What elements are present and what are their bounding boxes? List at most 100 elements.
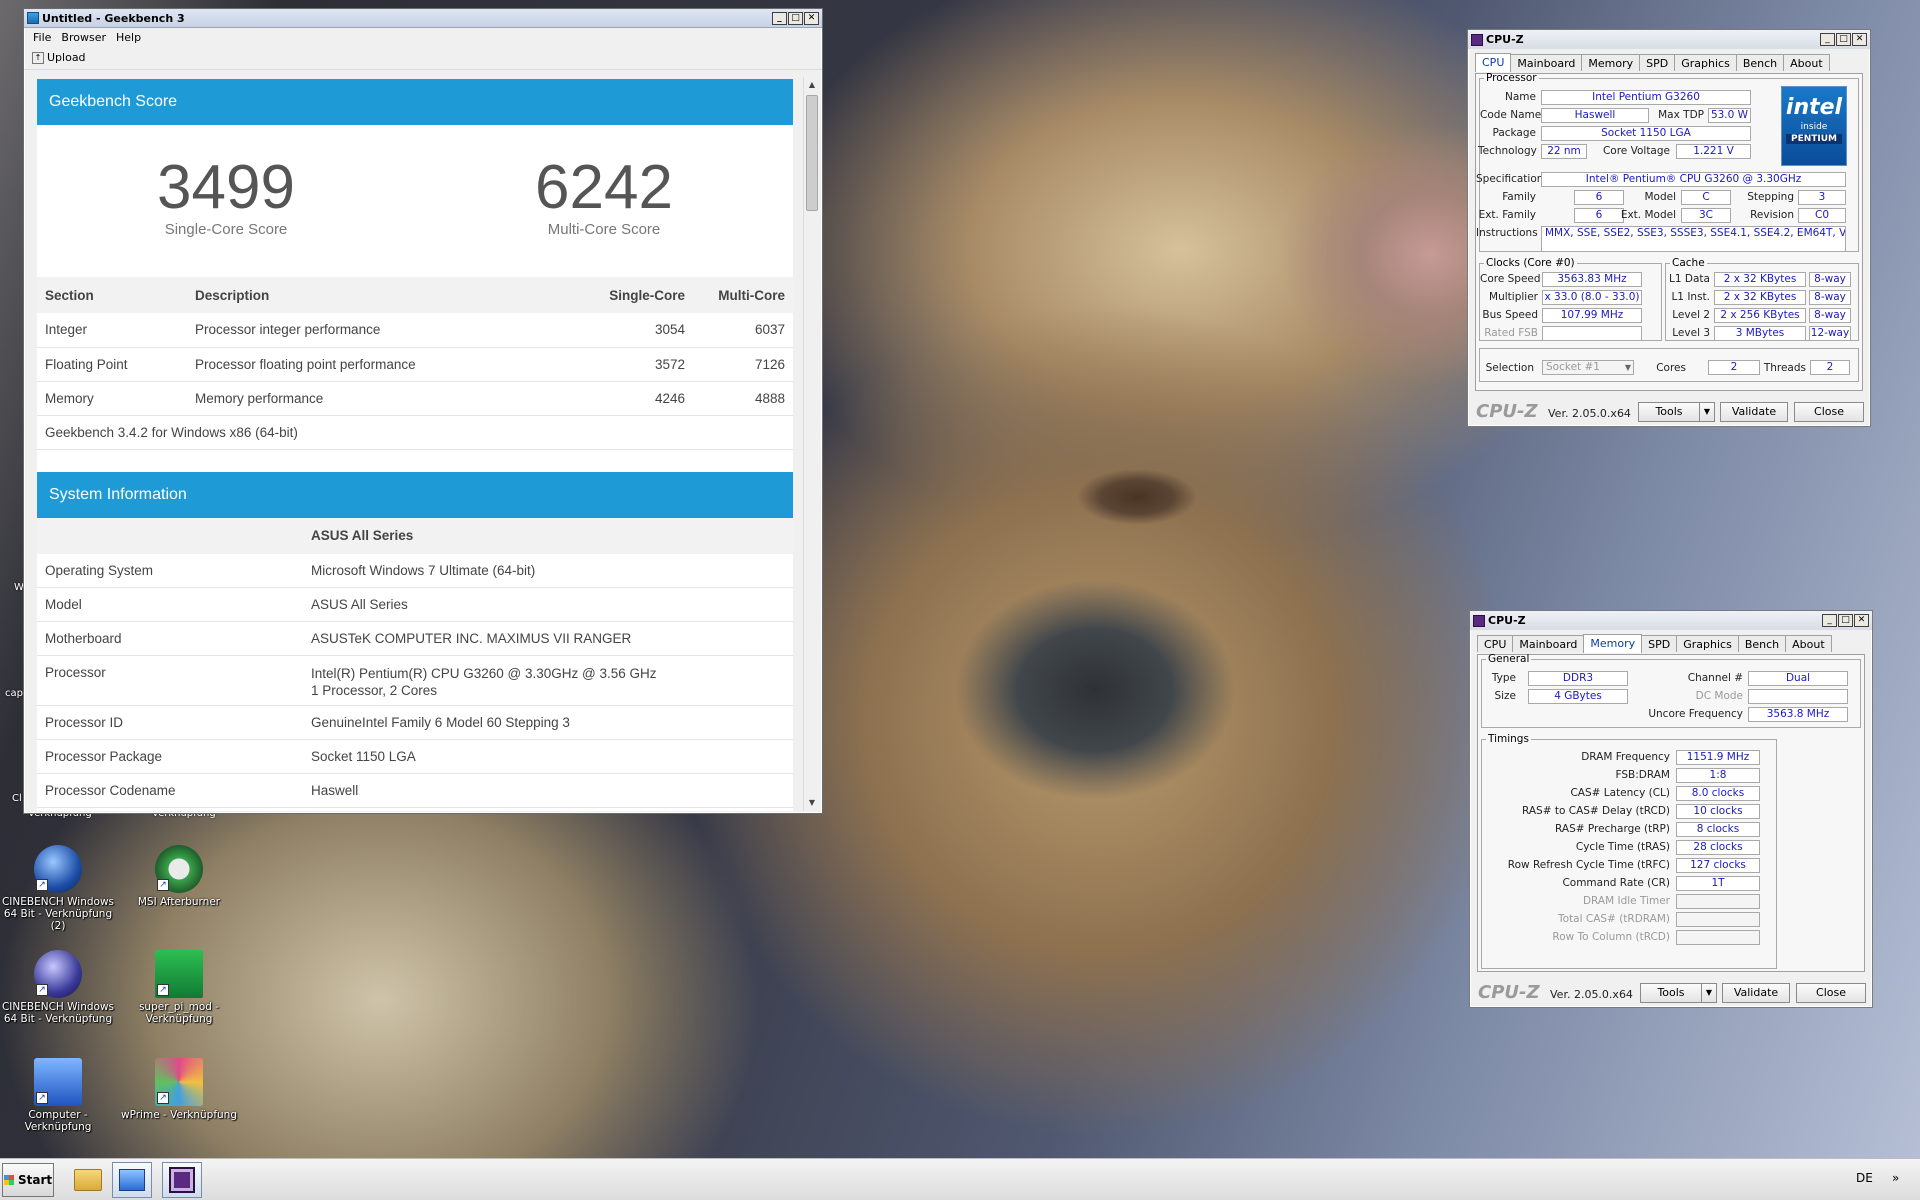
cores-value: 2	[1708, 360, 1760, 375]
tools-button[interactable]: Tools	[1638, 402, 1700, 422]
table-cell: Processor ID	[37, 705, 303, 740]
field-label: Core Speed	[1480, 273, 1541, 285]
table-row: Processor Codename Haswell	[37, 773, 793, 808]
minimize-button[interactable]: _	[772, 11, 787, 25]
tab-graphics[interactable]: Graphics	[1676, 635, 1739, 652]
menu-help[interactable]: Help	[116, 31, 141, 44]
desktop-icon-computer[interactable]: ↗ Computer - Verknüpfung	[0, 1058, 119, 1133]
field-label: Instructions	[1476, 227, 1538, 239]
validate-button[interactable]: Validate	[1722, 983, 1790, 1003]
tab-about[interactable]: About	[1785, 635, 1832, 652]
validate-label: Validate	[1731, 405, 1777, 418]
version-note: Geekbench 3.4.2 for Windows x86 (64-bit)	[37, 415, 793, 450]
start-button[interactable]: Start	[2, 1163, 54, 1197]
specification-value: Intel® Pentium® CPU G3260 @ 3.30GHz	[1541, 172, 1846, 187]
scroll-down-icon[interactable]: ▼	[805, 796, 819, 810]
close-button[interactable]: ✕	[804, 11, 819, 25]
close-label: Close	[1814, 405, 1844, 418]
table-row: Geekbench 3.4.2 for Windows x86 (64-bit)	[37, 415, 793, 450]
timing-value: 8 clocks	[1676, 822, 1760, 837]
close-button[interactable]: ✕	[1854, 614, 1869, 627]
tab-bench[interactable]: Bench	[1737, 635, 1787, 652]
tab-cpu[interactable]: CPU	[1475, 53, 1512, 72]
table-cell: Intel(R) Pentium(R) CPU G3260 @ 3.30GHz …	[303, 655, 793, 706]
desktop-icon-wprime[interactable]: ↗ wPrime - Verknüpfung	[118, 1058, 240, 1121]
upload-button[interactable]: ↑ Upload	[32, 51, 86, 64]
tab-mainboard[interactable]: Mainboard	[1510, 54, 1583, 71]
tools-dropdown-icon[interactable]: ▼	[1701, 983, 1717, 1003]
tray-expand-icon[interactable]: »	[1892, 1171, 1899, 1185]
vertical-scrollbar[interactable]: ▲ ▼	[803, 77, 819, 811]
maximize-button[interactable]: □	[1836, 33, 1851, 46]
table-cell: 6037	[693, 313, 793, 348]
upload-icon: ↑	[32, 51, 44, 64]
tab-mainboard[interactable]: Mainboard	[1512, 635, 1585, 652]
l1-inst-value: 2 x 32 KBytes	[1714, 290, 1806, 305]
close-dialog-button[interactable]: Close	[1796, 983, 1866, 1003]
family-value: 6	[1574, 190, 1624, 205]
tab-memory[interactable]: Memory	[1583, 634, 1643, 653]
tab-memory[interactable]: Memory	[1581, 54, 1641, 71]
field-label: Bus Speed	[1482, 309, 1538, 321]
field-label: Code Name	[1480, 109, 1542, 121]
desktop-partial-label: cap	[5, 688, 23, 699]
tools-button[interactable]: Tools	[1640, 983, 1702, 1003]
desktop-icon-cinebench[interactable]: ↗ CINEBENCH Windows 64 Bit - Verknüpfung	[0, 950, 119, 1025]
desktop-icon-cinebench-2[interactable]: ↗ CINEBENCH Windows 64 Bit - Verknüpfung…	[0, 845, 119, 932]
extmodel-value: 3C	[1681, 208, 1731, 223]
maximize-button[interactable]: □	[788, 11, 803, 25]
timing-row: Command Rate (CR) 1T	[1486, 875, 1776, 893]
minimize-button[interactable]: _	[1820, 33, 1835, 46]
timing-value: 127 clocks	[1676, 858, 1760, 873]
menu-browser[interactable]: Browser	[61, 31, 106, 44]
cpuz-taskbar-icon[interactable]	[162, 1162, 202, 1198]
control-panel-icon[interactable]	[112, 1162, 152, 1198]
desktop-icon-label: super_pi_mod - Verknüpfung	[138, 1001, 220, 1025]
scroll-up-icon[interactable]: ▲	[805, 78, 819, 92]
maximize-button[interactable]: □	[1838, 614, 1853, 627]
tools-dropdown-icon[interactable]: ▼	[1699, 402, 1715, 422]
tools-label: Tools	[1655, 405, 1683, 418]
tab-about[interactable]: About	[1783, 54, 1830, 71]
geekbench-titlebar[interactable]: Untitled - Geekbench 3 _ □ ✕	[24, 9, 822, 28]
menu-file[interactable]: File	[33, 31, 51, 44]
cpuz-titlebar[interactable]: CPU-Z _ □ ✕	[1468, 30, 1870, 49]
desktop-icon-superpi[interactable]: ↗ super_pi_mod - Verknüpfung	[118, 950, 240, 1025]
cpuz-version: Ver. 2.05.0.x64	[1548, 407, 1631, 420]
tab-spd[interactable]: SPD	[1639, 54, 1676, 71]
l2-value: 2 x 256 KBytes	[1714, 308, 1806, 323]
desktop-icon-msi-afterburner[interactable]: ↗ MSI Afterburner	[118, 845, 240, 908]
validate-label: Validate	[1733, 986, 1779, 999]
explorer-icon[interactable]	[68, 1162, 108, 1198]
timing-value: 1:8	[1676, 768, 1760, 783]
channel-value: Dual	[1748, 671, 1848, 686]
close-button[interactable]: ✕	[1852, 33, 1867, 46]
group-legend: Timings	[1488, 733, 1529, 745]
table-row: Processor Package Socket 1150 LGA	[37, 739, 793, 774]
tab-spd[interactable]: SPD	[1641, 635, 1678, 652]
validate-button[interactable]: Validate	[1720, 402, 1788, 422]
minimize-button[interactable]: _	[1822, 614, 1837, 627]
cinebench-icon: ↗	[34, 845, 82, 893]
field-label: Family	[1502, 191, 1536, 203]
table-row: Model ASUS All Series	[37, 587, 793, 622]
tab-cpu[interactable]: CPU	[1477, 635, 1514, 652]
instructions-value: MMX, SSE, SSE2, SSE3, SSSE3, SSE4.1, SSE…	[1541, 226, 1846, 252]
multi-core-score-label: Multi-Core Score	[547, 221, 661, 238]
selection-dropdown[interactable]: Socket #1 ▼	[1542, 360, 1634, 375]
field-label: Level 3	[1672, 327, 1710, 339]
tab-graphics[interactable]: Graphics	[1674, 54, 1737, 71]
window-title: CPU-Z	[1488, 614, 1526, 627]
language-indicator[interactable]: DE	[1856, 1171, 1873, 1185]
window-title: Untitled - Geekbench 3	[42, 11, 185, 25]
model-value: C	[1681, 190, 1731, 205]
tab-bench[interactable]: Bench	[1735, 54, 1785, 71]
geekbench-app-icon	[27, 12, 39, 24]
desktop-icon-label: wPrime - Verknüpfung	[121, 1109, 237, 1121]
scroll-thumb[interactable]	[806, 95, 818, 211]
table-cell: Operating System	[37, 553, 303, 588]
cpuz-titlebar[interactable]: CPU-Z _ □ ✕	[1470, 611, 1872, 630]
timing-row: DRAM Frequency 1151.9 MHz	[1486, 749, 1776, 767]
close-dialog-button[interactable]: Close	[1794, 402, 1864, 422]
field-label: L1 Data	[1669, 273, 1710, 285]
